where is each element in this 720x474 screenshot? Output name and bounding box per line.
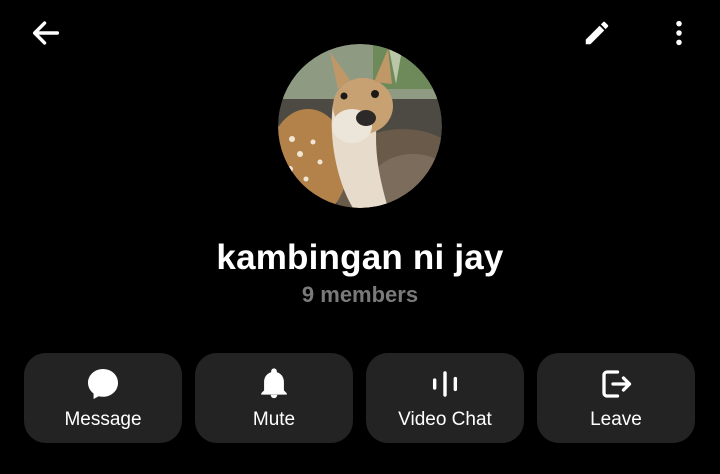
leave-icon (602, 370, 632, 398)
arrow-left-icon (32, 21, 60, 45)
video-chat-button[interactable]: Video Chat (366, 353, 524, 443)
group-name: kambingan ni jay (216, 238, 504, 277)
deer-photo (278, 44, 442, 208)
leave-label: Leave (590, 409, 642, 430)
message-label: Message (64, 409, 142, 430)
back-button[interactable] (27, 14, 65, 52)
leave-button[interactable]: Leave (537, 353, 695, 443)
member-count[interactable]: 9 members (0, 282, 720, 308)
mute-label: Mute (252, 409, 296, 430)
pencil-icon (585, 21, 609, 45)
more-options-button[interactable] (660, 14, 698, 52)
message-button[interactable]: Message (24, 353, 182, 443)
message-bubble-icon (88, 369, 118, 399)
more-vertical-icon (676, 20, 682, 46)
mute-button[interactable]: Mute (195, 353, 353, 443)
bell-icon (261, 368, 287, 399)
video-chat-label: Video Chat (398, 409, 492, 430)
group-avatar[interactable] (278, 44, 442, 208)
edit-button[interactable] (578, 14, 616, 52)
audio-bars-icon (432, 371, 458, 397)
